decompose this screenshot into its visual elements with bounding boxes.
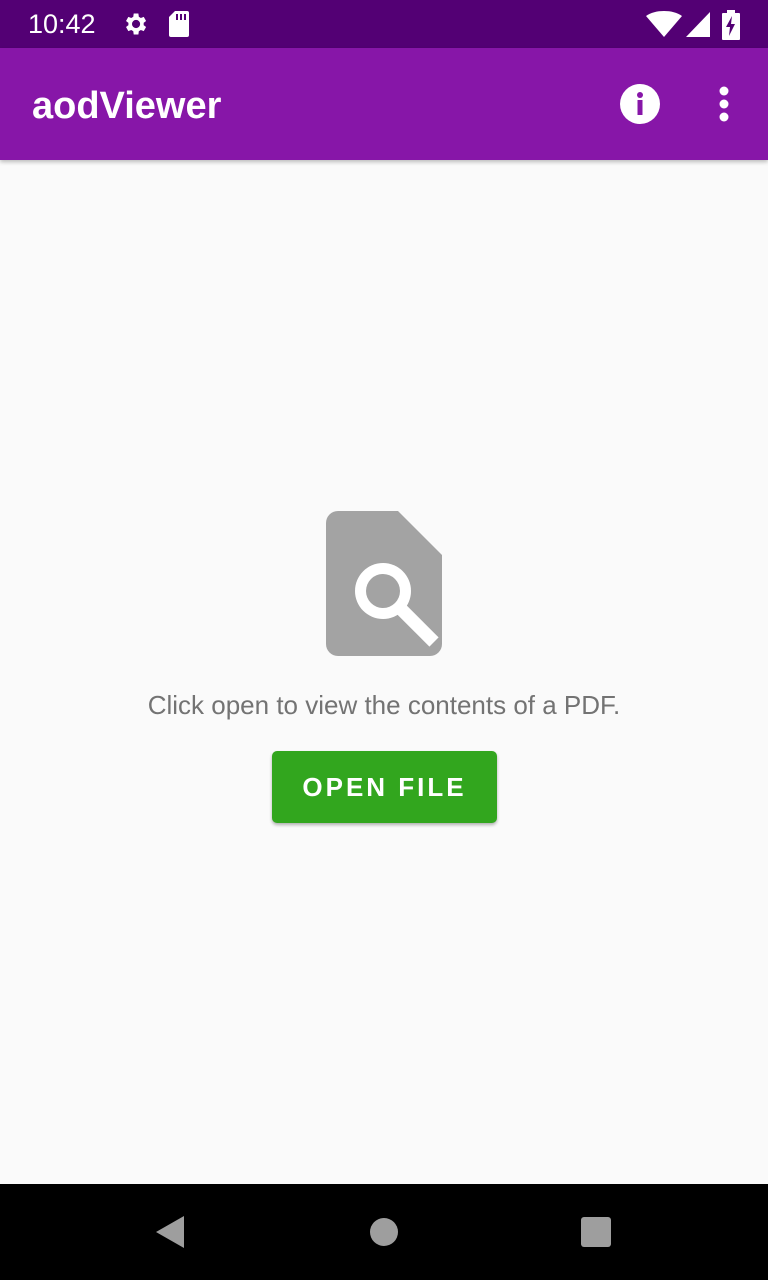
recents-icon[interactable] <box>576 1212 616 1252</box>
battery-charging-icon <box>722 10 740 40</box>
signal-icon <box>686 12 710 37</box>
status-bar: 10:42 <box>0 0 768 48</box>
wifi-icon <box>646 11 682 37</box>
status-time: 10:42 <box>28 9 96 39</box>
more-vert-icon <box>719 86 729 122</box>
more-options-button[interactable] <box>700 76 748 132</box>
app-bar: aodViewer <box>0 48 768 160</box>
open-file-button[interactable]: OPEN FILE <box>272 751 497 823</box>
sd-card-icon <box>169 11 189 37</box>
home-icon[interactable] <box>364 1212 404 1252</box>
app-title: aodViewer <box>32 85 222 127</box>
back-icon[interactable] <box>150 1212 190 1252</box>
gear-icon <box>126 13 147 35</box>
info-icon <box>620 84 660 124</box>
find-in-page-icon <box>326 511 442 656</box>
navigation-bar <box>0 1184 768 1280</box>
info-button[interactable] <box>612 76 668 132</box>
empty-state-message: Click open to view the contents of a PDF… <box>147 690 621 720</box>
